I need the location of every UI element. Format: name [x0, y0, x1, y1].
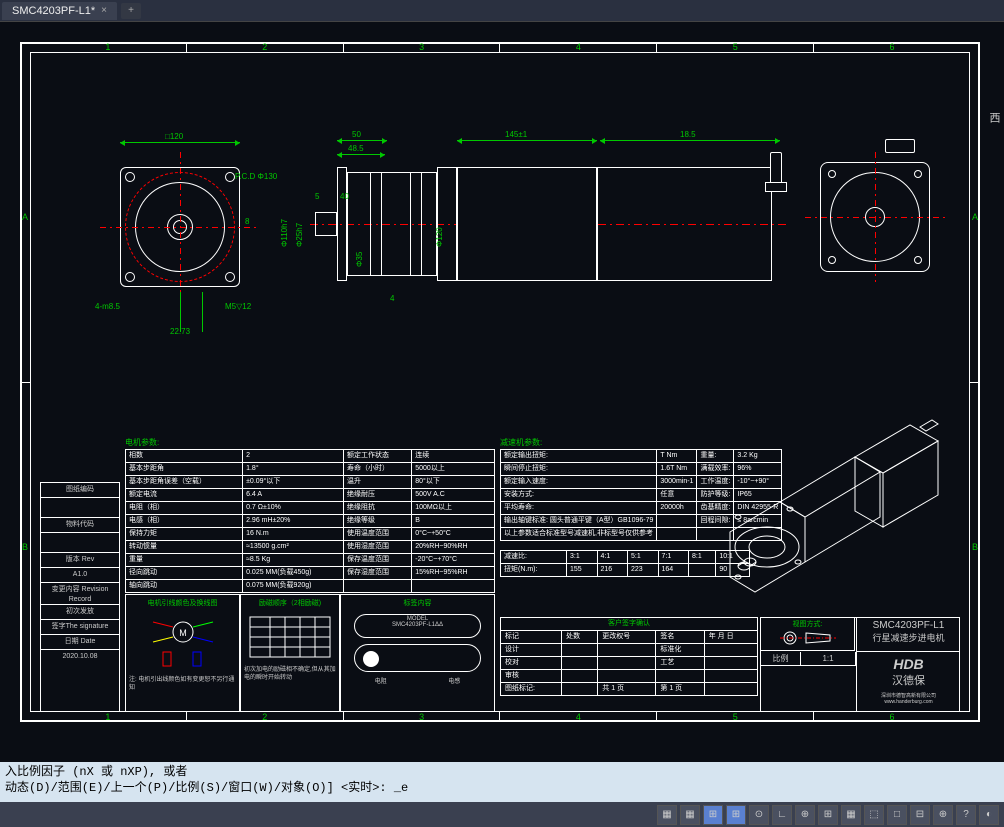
sb-snap-icon[interactable]: ▦ — [657, 805, 677, 825]
sb-max-icon[interactable]: □ — [887, 805, 907, 825]
ruler-top: 123 456 — [30, 42, 970, 52]
sb-grid-icon[interactable]: ▦ — [680, 805, 700, 825]
motor-params-table: 相数2额定工作状态连续基本步距角1.8°寿命（小时）5000以上基本步距角误差（… — [125, 449, 495, 593]
ruler-left: AB — [20, 52, 30, 712]
dim-tap: M5▽12 — [225, 302, 251, 311]
cmd-line-2: 动态(D)/范围(E)/上一个(P)/比例(S)/窗口(W)/对象(O)] <实… — [5, 780, 999, 796]
svg-text:M: M — [179, 628, 187, 638]
ruler-bottom: 123 456 — [30, 712, 970, 722]
dim-holes: 4-m8.5 — [95, 302, 120, 311]
sb-model-icon[interactable]: ⬚ — [864, 805, 884, 825]
command-line[interactable]: 入比例因子 (nX 或 nXP), 或者 动态(D)/范围(E)/上一个(P)/… — [0, 762, 1004, 802]
wiring-diagram: 电机引线颜色及换线图 M 注: 电机引出线颜色如有变更恕不另行通知 — [125, 594, 240, 712]
sb-osnap-icon[interactable]: ⊙ — [749, 805, 769, 825]
sb-polar-icon[interactable]: ⊞ — [726, 805, 746, 825]
ruler-right: AB — [970, 52, 980, 712]
label-block: 标签内容 MODEL SMC4203PF-L1ΔΔ 电阻 电感 — [340, 594, 495, 712]
dim-8: 8 — [245, 217, 249, 226]
dim-box: □120 — [165, 132, 183, 141]
revision-block: 图纸编码 物料代码 版本 Rev A1.0 变更内容 Revision Reco… — [40, 482, 120, 712]
sb-ducs-icon[interactable]: ⊕ — [795, 805, 815, 825]
sb-dyn-icon[interactable]: ⊞ — [818, 805, 838, 825]
document-tab[interactable]: SMC4203PF-L1* × — [2, 2, 117, 20]
drawing-canvas[interactable]: 西 123 456 123 456 AB AB □120 P.C.D Φ130 … — [0, 22, 1004, 762]
sb-ann-icon[interactable]: ⊟ — [910, 805, 930, 825]
sign-block: 客户签字确认 标记处数更改权号签名年 月 日设计标准化校对工艺审核图纸标记:共 … — [500, 617, 758, 696]
sb-lwt-icon[interactable]: ▦ — [841, 805, 861, 825]
sb-otrack-icon[interactable]: ∟ — [772, 805, 792, 825]
sb-clean-icon[interactable]: ◐ — [979, 805, 999, 825]
close-icon[interactable]: × — [101, 5, 107, 16]
side-view: 50 145±1 18.5 48.5 5 40 4 Φ110h7 Φ25h7 Φ… — [310, 132, 780, 312]
sb-scale-icon[interactable]: ⊕ — [933, 805, 953, 825]
cmd-line-1: 入比例因子 (nX 或 nXP), 或者 — [5, 764, 999, 780]
title-block: SMC4203PF-L1 行星减速步进电机 比例 1:1 HDB 汉德保 深圳市… — [760, 617, 960, 712]
sb-ortho-icon[interactable]: ⊞ — [703, 805, 723, 825]
sb-help-icon[interactable]: ? — [956, 805, 976, 825]
new-tab-button[interactable]: + — [121, 3, 141, 19]
gearbox-params-table: 额定输出扭矩:T Nm重量:3.2 Kg瞬间停止扭矩:1.6T Nm满载效率:9… — [500, 449, 782, 541]
gearbox-params-title: 减速机参数: — [500, 437, 542, 448]
tables-area: 图纸编码 物料代码 版本 Rev A1.0 变更内容 Revision Reco… — [40, 422, 960, 712]
right-edge-label: 西 — [986, 112, 1002, 123]
rear-view — [810, 147, 940, 287]
excitation-diagram: 励磁顺序（2相励磁) 初次加电的励磁相不确定,但从其加电的瞬时开始转动 — [240, 594, 340, 712]
tab-title: SMC4203PF-L1* — [12, 5, 95, 17]
ratio-table: 减速比:3:14:15:17:18:110:1扭矩(N.m):155216223… — [500, 550, 750, 577]
status-bar: ▦ ▦ ⊞ ⊞ ⊙ ∟ ⊕ ⊞ ▦ ⬚ □ ⊟ ⊕ ? ◐ — [0, 802, 1004, 827]
dim-pcd: P.C.D Φ130 — [235, 172, 277, 181]
tab-bar: SMC4203PF-L1* × + — [0, 0, 1004, 22]
motor-params-title: 电机参数: — [125, 437, 159, 448]
front-view: □120 P.C.D Φ130 4-m8.5 M5▽12 8 22.73 — [110, 132, 250, 312]
